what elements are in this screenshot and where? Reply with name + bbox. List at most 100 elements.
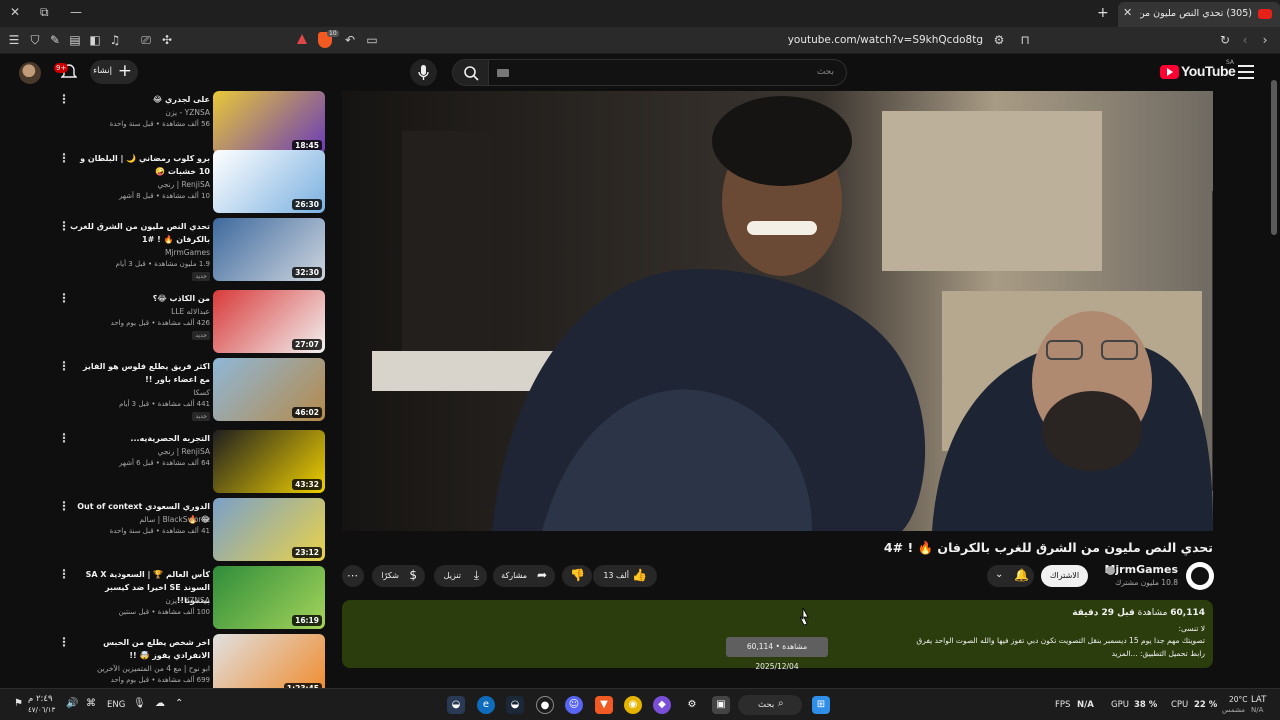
video-thumbnail[interactable]: 46:02 — [213, 358, 325, 421]
clock-time[interactable]: ٢:٤٩ م — [28, 694, 53, 704]
recommendation-item[interactable]: 43:32 التجربه الحصريةيه... RenjiSA | رنجي 6… — [52, 430, 328, 493]
address-url[interactable]: youtube.com/watch?v=S9khQcdo8tg — [788, 34, 983, 46]
language-indicator[interactable]: ENG — [107, 700, 125, 710]
recommendation-channel[interactable]: عبدالاله LLE — [171, 307, 210, 316]
brave-rewards-icon[interactable] — [297, 34, 307, 44]
voice-search-button[interactable] — [410, 59, 437, 86]
more-options-icon[interactable]: ⋮ — [58, 567, 70, 581]
network-icon[interactable]: ☁ — [155, 698, 165, 709]
window-minimize-icon[interactable]: — — [70, 5, 82, 19]
notification-settings-button[interactable]: 🔔 ⌄ — [987, 565, 1034, 587]
video-thumbnail[interactable]: 16:19 — [213, 566, 325, 629]
recommendation-title[interactable]: التجربه الحصريةيه... — [70, 432, 210, 445]
recommendation-title[interactable]: على لجدري 😂 — [70, 93, 210, 106]
recommendation-item[interactable]: 32:30 تحدي النص مليون من الشرق للغرب بالك… — [52, 218, 328, 281]
music-icon[interactable]: ♫ — [107, 32, 123, 48]
more-options-icon[interactable]: ⋮ — [58, 92, 70, 106]
edge-icon[interactable]: e — [477, 696, 495, 714]
recommendation-item[interactable]: 1:23:45اخر شخص يطلع من الحبس الانفرادي ي… — [52, 634, 328, 697]
recommendation-item[interactable]: 16:19 كأس العالم 🏆 | السعودية SA X السوند… — [52, 566, 328, 629]
like-button[interactable]: 👍 13 ألف — [593, 565, 657, 587]
weather-temp[interactable]: 20°C — [1229, 695, 1248, 704]
extensions-icon[interactable]: ✣ — [159, 32, 175, 48]
window-close-icon[interactable]: ✕ — [10, 5, 20, 19]
forward-icon[interactable]: ‹ — [1237, 32, 1253, 48]
more-actions-button[interactable]: ⋯ — [342, 565, 364, 587]
more-options-icon[interactable]: ⋮ — [58, 151, 70, 165]
more-options-icon[interactable]: ⋮ — [58, 635, 70, 649]
recommendation-title[interactable]: برو كلوب رمضاني 🌙 | البلطان و 10 خشبات 🤪 — [70, 152, 210, 178]
more-options-icon[interactable]: ⋮ — [58, 431, 70, 445]
recommendation-item[interactable]: 27:07 من الكاذب 😂؟ عبدالاله LLE 426 ألف مشا… — [52, 290, 328, 353]
microphone-tray-icon[interactable]: 🎙 — [133, 698, 146, 709]
clock-date[interactable]: ٤٧/٠٦/١٣ — [28, 706, 55, 714]
chevron-up-icon[interactable]: ⌃ — [175, 698, 183, 709]
recommendation-channel[interactable]: BlackSwordz | سالم — [139, 515, 210, 524]
windows-start-icon[interactable]: ⊞ — [812, 696, 830, 714]
more-options-icon[interactable]: ⋮ — [58, 291, 70, 305]
create-button[interactable]: إنشاء + — [90, 60, 138, 84]
obs-icon[interactable]: ● — [536, 696, 554, 714]
pin-icon[interactable]: ✎ — [47, 32, 63, 48]
recommendation-title[interactable]: من الكاذب 😂؟ — [70, 292, 210, 305]
keyboard-icon[interactable] — [497, 69, 509, 77]
undo-icon[interactable]: ↶ — [342, 32, 358, 48]
wifi-icon[interactable]: ⌘ — [86, 698, 96, 709]
screenshot-icon[interactable]: ⎚ — [138, 32, 154, 48]
video-player[interactable] — [342, 91, 1213, 531]
recommendation-channel[interactable]: YZNSA - يزن — [165, 108, 210, 117]
bookmark-icon[interactable]: ⊓ — [1017, 32, 1033, 48]
video-thumbnail[interactable]: 43:32 — [213, 430, 325, 493]
hamburger-menu-icon[interactable]: ☰ — [6, 32, 22, 48]
window-restore-icon[interactable]: ⧉ — [40, 5, 49, 20]
recommendation-title[interactable]: اكثر فريق يطلع فلوس هو الفايز مع اعضاء ب… — [70, 360, 210, 386]
search-button[interactable] — [452, 59, 489, 86]
recommendation-title[interactable]: اخر شخص يطلع من الحبس الانفرادي يفوز 🤯 !… — [70, 636, 210, 662]
subscribe-button[interactable]: الاشتراك — [1041, 565, 1088, 587]
site-settings-icon[interactable]: ⚙ — [991, 32, 1007, 48]
taskbar-search[interactable]: بحث ⌕ — [738, 695, 802, 715]
sidebar-icon[interactable]: ◧ — [87, 32, 103, 48]
brave-browser-icon[interactable]: ▼ — [595, 696, 613, 714]
browser-tab[interactable]: ✕ (305) تحدي النص مليون من الش — [1118, 2, 1280, 27]
search-input[interactable]: بحث — [489, 59, 847, 86]
thanks-button[interactable]: $ شكرًا — [372, 565, 425, 587]
recommendation-channel[interactable]: RenjiSA | رنجي — [157, 180, 210, 189]
channel-name[interactable]: MjrmGames — [1104, 563, 1178, 576]
video-thumbnail[interactable]: 23:12 — [213, 498, 325, 561]
notification-center-icon[interactable]: ⚑ — [14, 698, 23, 709]
new-tab-button[interactable]: + — [1097, 5, 1109, 21]
recommendation-channel[interactable]: كسكا — [193, 388, 210, 397]
chrome-icon[interactable]: ◉ — [624, 696, 642, 714]
video-thumbnail[interactable]: 27:07 — [213, 290, 325, 353]
discord-icon[interactable]: ☺ — [565, 696, 583, 714]
account-avatar[interactable] — [19, 62, 41, 84]
recommendation-channel[interactable]: MjrmGames — [165, 248, 210, 257]
address-bar[interactable]: youtube.com/watch?v=S9khQcdo8tg — [294, 29, 1039, 52]
recommendation-channel[interactable]: RenjiSA | رنجي — [157, 447, 210, 456]
recommendation-item[interactable]: 26:30 برو كلوب رمضاني 🌙 | البلطان و 10 خش… — [52, 150, 328, 213]
page-scrollbar[interactable] — [1271, 80, 1277, 235]
guide-menu-button[interactable] — [1238, 65, 1254, 79]
tab-close-icon[interactable]: ✕ — [1123, 6, 1132, 19]
tabs-icon[interactable]: ▤ — [67, 32, 83, 48]
cast-icon[interactable]: ▭ — [364, 32, 380, 48]
steam-app-icon[interactable]: ◒ — [447, 696, 465, 714]
share-button[interactable]: ➦ مشاركة — [493, 565, 555, 587]
more-options-icon[interactable]: ⋮ — [58, 219, 70, 233]
volume-icon[interactable]: 🔊 — [66, 698, 78, 709]
steam-icon[interactable]: ◒ — [506, 696, 524, 714]
video-thumbnail[interactable]: 32:30 — [213, 218, 325, 281]
shield-icon[interactable]: ⛉ — [27, 32, 43, 48]
task-view-icon[interactable]: ▣ — [712, 696, 730, 714]
reload-icon[interactable]: ↻ — [1217, 32, 1233, 48]
recommendation-channel[interactable]: YZNSA - يزن — [165, 596, 210, 605]
video-thumbnail[interactable]: 26:30 — [213, 150, 325, 213]
recommendation-title[interactable]: تحدي النص مليون من الشرق للغرب بالكرفان … — [70, 220, 210, 246]
recommendation-channel[interactable]: ابو نوح | مع 4 من المتميزين الآخرين — [97, 664, 210, 673]
recommendation-item[interactable]: 18:45 على لجدري 😂 YZNSA - يزن 56 ألف مشاهدة… — [52, 91, 328, 154]
video-thumbnail[interactable]: 18:45 — [213, 91, 325, 154]
recommendation-item[interactable]: 46:02 اكثر فريق يطلع فلوس هو الفايز مع اع… — [52, 358, 328, 421]
app-icon[interactable]: ◆ — [653, 696, 671, 714]
channel-avatar[interactable] — [1186, 562, 1214, 590]
